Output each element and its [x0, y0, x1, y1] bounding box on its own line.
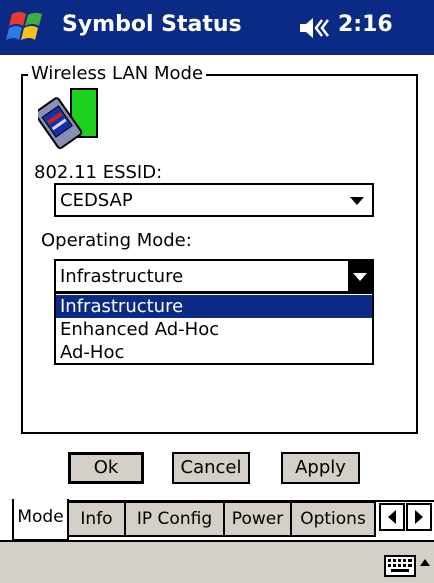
command-bar	[0, 540, 434, 583]
wireless-card-icon	[38, 88, 98, 150]
speaker-icon[interactable]	[298, 15, 330, 41]
option-infrastructure[interactable]: Infrastructure	[56, 295, 372, 318]
operating-mode-label: Operating Mode:	[41, 230, 192, 251]
operating-mode-value: Infrastructure	[60, 266, 184, 287]
title-bar: Symbol Status 2:16	[0, 0, 434, 55]
option-enhanced-ad-hoc[interactable]: Enhanced Ad-Hoc	[56, 318, 372, 341]
chevron-down-icon[interactable]	[350, 197, 364, 205]
up-arrow-icon[interactable]	[420, 559, 430, 566]
right-arrow-icon	[415, 510, 423, 524]
left-arrow-icon	[388, 510, 396, 524]
tab-info[interactable]: Info	[67, 501, 126, 537]
operating-mode-list: Infrastructure Enhanced Ad-Hoc Ad-Hoc	[54, 292, 374, 365]
option-ad-hoc[interactable]: Ad-Hoc	[56, 341, 372, 364]
dropdown-button[interactable]	[348, 261, 372, 291]
group-title: Wireless LAN Mode	[28, 63, 207, 84]
windows-flag-icon[interactable]	[6, 8, 50, 46]
cancel-button[interactable]: Cancel	[172, 452, 250, 484]
keyboard-icon[interactable]	[384, 555, 416, 577]
essid-value: CEDSAP	[60, 190, 133, 211]
tab-mode[interactable]: Mode	[12, 499, 69, 541]
essid-dropdown[interactable]: CEDSAP	[54, 183, 374, 217]
apply-button[interactable]: Apply	[281, 452, 360, 484]
ok-button[interactable]: Ok	[68, 452, 144, 484]
tab-scroll-buttons	[379, 503, 434, 531]
operating-mode-dropdown[interactable]: Infrastructure	[54, 259, 374, 293]
app-title: Symbol Status	[62, 12, 242, 37]
tab-power[interactable]: Power	[223, 501, 292, 537]
tab-options[interactable]: Options	[290, 501, 376, 537]
tab-ip-config[interactable]: IP Config	[124, 501, 225, 537]
clock-time[interactable]: 2:16	[338, 12, 393, 37]
scroll-right-button[interactable]	[406, 503, 432, 531]
essid-label: 802.11 ESSID:	[34, 162, 163, 183]
scroll-left-button[interactable]	[379, 503, 405, 531]
chevron-down-icon	[353, 273, 367, 281]
